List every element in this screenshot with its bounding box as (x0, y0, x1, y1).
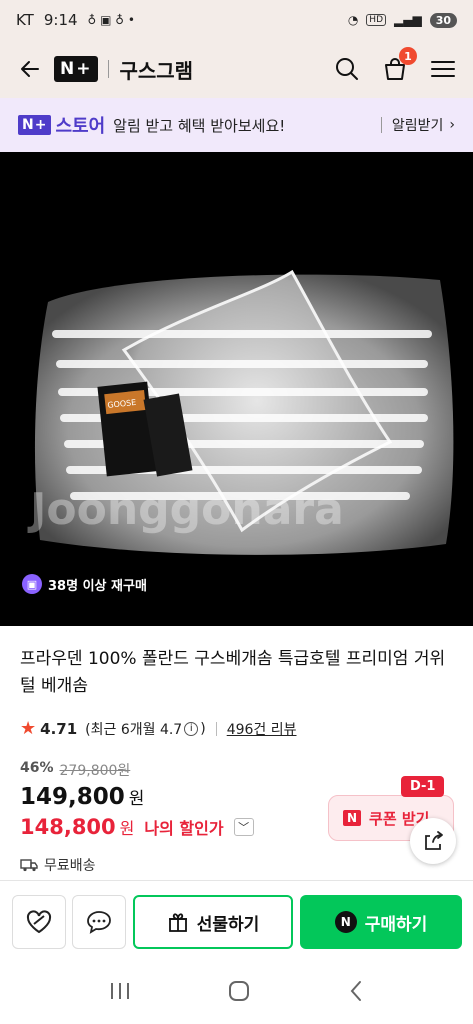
nplus-logo[interactable]: N+ (54, 56, 99, 82)
system-nav-bar (0, 962, 473, 1024)
talk-button[interactable] (72, 895, 126, 949)
store-label: 스토어 (55, 116, 106, 137)
product-image[interactable]: GOOSE Joonggonara (0, 152, 473, 626)
signal-icon: ▂▄▆ (394, 13, 422, 27)
header-actions: 1 (331, 47, 459, 85)
shipping-text: 무료배송 (44, 858, 96, 874)
wishlist-button[interactable] (12, 895, 66, 949)
rating-divider (215, 721, 217, 736)
back-nav-button[interactable] (348, 980, 364, 1006)
cart-count-badge: 1 (399, 47, 417, 65)
hamburger-menu-icon (431, 61, 455, 77)
buy-label: 구매하기 (364, 914, 428, 935)
gift-button[interactable]: 선물하기 (133, 895, 293, 949)
battery-indicator: 30 (429, 12, 457, 28)
gift-icon (168, 913, 187, 932)
original-price: 279,800원 (59, 763, 131, 779)
sale-price: 149,800 (20, 784, 125, 810)
cart-button[interactable]: 1 (379, 47, 417, 85)
naver-store-logo: N+ 스토어 (18, 112, 105, 138)
discount-row: 46% 279,800원 (20, 760, 130, 780)
info-icon[interactable]: i (184, 721, 199, 736)
my-discount-row: 148,800 원 나의 할인가 ﹀ (20, 815, 254, 839)
star-icon: ★ (20, 718, 37, 739)
app-header: N+ 구스그램 1 (0, 40, 473, 98)
price-unit: 원 (128, 789, 145, 809)
clock: 9:14 (43, 11, 78, 29)
review-count-link[interactable]: 496건 리뷰 (227, 719, 297, 739)
goose-tag: GOOSE (97, 381, 157, 477)
my-discount-label: 나의 할인가 (144, 819, 224, 838)
status-right: ◔ HD ▂▄▆ 30 (347, 12, 457, 28)
home-button[interactable] (228, 980, 250, 1006)
search-icon (336, 58, 358, 80)
gift-label: 선물하기 (196, 914, 260, 935)
rebuy-badge: ▣ 38명 이상 재구매 (22, 574, 147, 594)
chat-bubble-icon (87, 911, 111, 934)
truck-icon (20, 859, 38, 872)
menu-button[interactable] (427, 53, 459, 85)
recent-rating-prefix: (최근 6개월 4.7 (85, 721, 183, 738)
coupon-mark: N (343, 810, 362, 826)
d-day-badge: D-1 (401, 776, 445, 797)
rebuy-text: 38명 이상 재구매 (48, 578, 147, 594)
bottom-action-bar: 선물하기 N 구매하기 (0, 880, 473, 960)
notification-banner[interactable]: N+ 스토어 알림 받고 혜택 받아보세요! 알림받기 › (0, 98, 473, 152)
carrier: KT (16, 11, 34, 29)
store-title[interactable]: 구스그램 (119, 55, 193, 84)
rating-value: 4.71 (40, 719, 78, 738)
back-chevron-icon (350, 981, 362, 1001)
home-icon (229, 981, 250, 1001)
product-title: 프라우덴 100% 폴란드 구스베개솜 특급호텔 프리미엄 거위털 베개솜 (20, 649, 446, 696)
back-arrow-icon (21, 61, 39, 77)
header-divider (108, 60, 110, 78)
recent-apps-button[interactable] (109, 981, 131, 1005)
buy-button[interactable]: N 구매하기 (300, 895, 462, 949)
recent-rating-suffix: ) (200, 720, 206, 737)
notification-icons: ♁ ▣ ♁ • (87, 13, 135, 27)
subscribe-alert-button[interactable]: 알림받기 › (380, 115, 455, 135)
back-button[interactable] (14, 53, 46, 85)
status-bar: KT 9:14 ♁ ▣ ♁ • ◔ HD ▂▄▆ 30 (0, 0, 473, 40)
search-button[interactable] (331, 53, 363, 85)
status-left: KT 9:14 ♁ ▣ ♁ • (16, 11, 135, 29)
shipping-row: 무료배송 (20, 855, 96, 875)
chevron-right-icon: › (449, 117, 455, 133)
share-button[interactable] (410, 818, 456, 864)
hd-icon: HD (366, 14, 386, 26)
watermark: Joonggonara (27, 484, 344, 535)
chevron-down-icon[interactable]: ﹀ (233, 818, 254, 836)
notice-message: 알림 받고 혜택 받아보세요! (113, 116, 286, 135)
bag-icon: ▣ (22, 574, 42, 594)
rating-row: ★ 4.71 (최근 6개월 4.7 i ) 496건 리뷰 (20, 718, 297, 739)
nplus-mark: N+ (18, 115, 52, 135)
heart-icon (26, 910, 52, 934)
my-discount-price: 148,800 (20, 815, 116, 839)
share-icon (425, 831, 443, 850)
notice-divider (380, 117, 382, 133)
naverpay-icon: N (334, 911, 357, 933)
price-row: 149,800 원 (20, 784, 144, 810)
wifi-icon: ◔ (347, 13, 359, 27)
pillow-photo: GOOSE Joonggonara (0, 152, 473, 626)
discount-percent: 46% (20, 760, 54, 776)
recent-apps-icon (110, 983, 129, 999)
subscribe-alert-label: 알림받기 (391, 118, 444, 134)
my-discount-unit: 원 (119, 819, 135, 838)
